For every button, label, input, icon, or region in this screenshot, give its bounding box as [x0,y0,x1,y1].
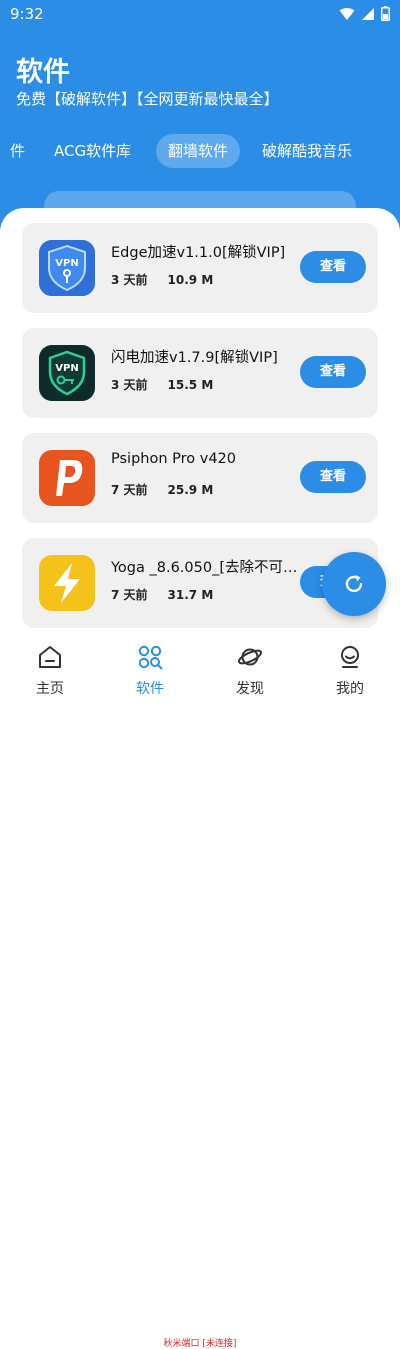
page-title: 软件 [16,57,70,88]
vpn-shield-key-icon: VPN [39,240,95,296]
refresh-icon [345,575,363,593]
battery-icon [381,6,390,21]
nav-home[interactable]: 主页 [10,644,90,698]
nav-software-label: 软件 [136,681,164,697]
view-button[interactable]: 查看 [300,251,366,283]
category-tabs: 件 ACG软件库 翻墙软件 破解酷我音乐 [0,134,400,170]
tab-vpn-software[interactable]: 翻墙软件 [156,134,241,168]
tab-partial[interactable]: 件 [0,134,37,168]
app-meta: 7 天前 31.7 M [111,586,213,603]
app-size: 31.7 M [167,588,214,602]
app-size: 25.9 M [167,483,214,497]
app-card[interactable]: VPN 闪电加速v1.7.9[解锁VIP] 3 天前 15.5 M 查看 [22,328,378,418]
app-name: Yoga _8.6.050_[去除不可用] [111,560,299,576]
tab-kuwo-music[interactable]: 破解酷我音乐 [250,134,364,168]
app-updated: 3 天前 [111,378,148,392]
app-size: 15.5 M [167,378,214,392]
nav-mine-label: 我的 [336,681,364,697]
nav-home-label: 主页 [36,681,64,697]
vpn-green-shield-icon: VPN [39,345,95,401]
wifi-icon [339,7,355,20]
app-meta: 3 天前 15.5 M [111,376,213,393]
signal-icon [362,7,374,20]
nav-discover-label: 发现 [236,681,264,697]
refresh-button[interactable] [322,552,386,616]
app-card[interactable]: Psiphon Pro v420 7 天前 25.9 M 查看 [22,433,378,523]
home-icon [39,646,61,668]
app-updated: 3 天前 [111,273,148,287]
app-name: 闪电加速v1.7.9[解锁VIP] [111,350,278,366]
nav-discover[interactable]: 发现 [210,644,290,698]
view-button[interactable]: 查看 [300,356,366,388]
nav-mine[interactable]: 我的 [310,644,390,698]
lightning-icon [39,555,95,611]
status-time: 9:32 [10,5,44,23]
apps-search-icon [138,645,163,670]
bottom-navigation: 主页 软件 发现 我的 秋米端口 [未连接] [0,638,400,1349]
app-meta: 7 天前 25.9 M [111,481,213,498]
status-bar: 9:32 [0,0,400,28]
app-name: Edge加速v1.1.0[解锁VIP] [111,245,286,261]
app-updated: 7 天前 [111,588,148,602]
app-meta: 3 天前 10.9 M [111,271,213,288]
profile-icon [341,646,359,668]
app-size: 10.9 M [167,273,214,287]
port-status: 秋米端口 [未连接] [163,1339,237,1349]
app-card[interactable]: VPN Edge加速v1.1.0[解锁VIP] 3 天前 10.9 M 查看 [22,223,378,313]
nav-software[interactable]: 软件 [110,644,190,698]
planet-icon [237,648,263,666]
svg-text:VPN: VPN [55,363,78,374]
svg-text:VPN: VPN [55,258,78,269]
psiphon-p-icon [39,450,95,506]
tab-acg[interactable]: ACG软件库 [42,134,143,168]
app-name: Psiphon Pro v420 [111,451,237,467]
page-subtitle: 免费【破解软件】【全网更新最快最全】 [16,90,279,108]
view-button[interactable]: 查看 [300,461,366,493]
app-updated: 7 天前 [111,483,148,497]
